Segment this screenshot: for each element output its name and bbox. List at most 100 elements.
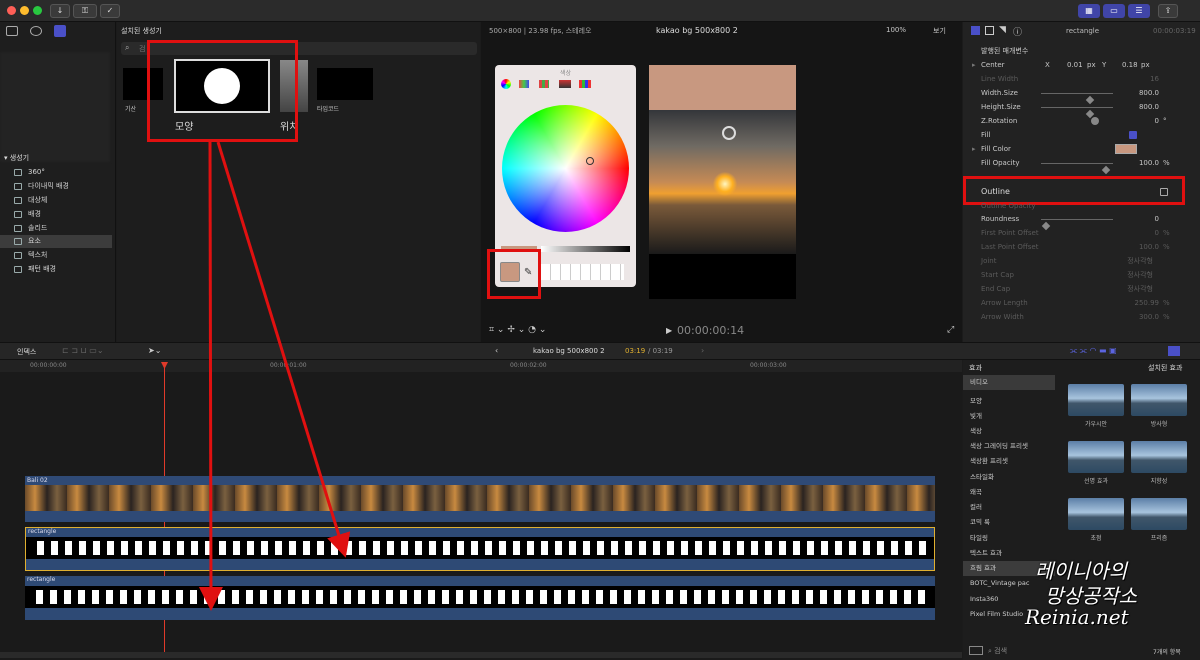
- color-wheel-tab-icon[interactable]: [501, 79, 511, 89]
- back-icon[interactable]: ‹: [495, 346, 498, 355]
- generators-icon[interactable]: [54, 25, 66, 37]
- row-joint[interactable]: Joint 정사각형: [963, 254, 1200, 268]
- clip-rectangle[interactable]: rectangle: [25, 576, 935, 620]
- row-outline-opacity[interactable]: Outline Opacity: [963, 199, 1200, 213]
- audio-controls-icon[interactable]: ⫘ ⫘ ◠ ▬ ▣: [1070, 346, 1117, 356]
- effect-category[interactable]: 색상: [963, 424, 1055, 439]
- row-value[interactable]: 800.0: [1129, 100, 1159, 114]
- row-slider[interactable]: [1041, 107, 1113, 119]
- effect-category[interactable]: 비디오: [963, 375, 1055, 390]
- effect-category[interactable]: 타일링: [963, 531, 1055, 546]
- generator-thumb[interactable]: [317, 68, 373, 100]
- generator-thumb[interactable]: [280, 60, 308, 112]
- pencils-tab-icon[interactable]: [579, 80, 591, 88]
- filter-icon[interactable]: ◥: [999, 25, 1006, 35]
- row-value[interactable]: 100.0: [1129, 156, 1159, 170]
- lib-item-pattern-bg[interactable]: 패턴 배경: [0, 263, 112, 276]
- generators-section[interactable]: ▾ 생성기: [0, 152, 112, 165]
- lib-item-texture[interactable]: 텍스처: [0, 249, 112, 262]
- effect-thumb[interactable]: [1068, 384, 1124, 416]
- fullscreen-icon[interactable]: ⤢: [947, 325, 954, 335]
- row-arrow-width[interactable]: Arrow Width 300.0%: [963, 310, 1200, 324]
- row-z-rotation[interactable]: Z.Rotation 0 °: [963, 114, 1200, 128]
- swatch-grid[interactable]: [541, 264, 624, 280]
- filled-rectangle[interactable]: [649, 65, 796, 110]
- timeline-toggle-button[interactable]: ▭: [1103, 4, 1125, 18]
- lib-item-elements[interactable]: 요소: [0, 235, 112, 248]
- center-x-value[interactable]: 0.01: [1067, 58, 1083, 72]
- effect-category[interactable]: 텍스트 효과: [963, 546, 1055, 561]
- row-fill[interactable]: Fill: [963, 128, 1200, 142]
- row-center[interactable]: ▸ Center X 0.01 px Y 0.18 px: [963, 58, 1200, 72]
- row-slider[interactable]: [1041, 93, 1113, 105]
- effect-category[interactable]: 색상 그레이딩 프리셋: [963, 439, 1055, 454]
- row-value[interactable]: 800.0: [1129, 86, 1159, 100]
- effect-thumb[interactable]: [1068, 441, 1124, 473]
- forward-icon[interactable]: ›: [701, 346, 704, 355]
- outline-checkbox[interactable]: [1160, 188, 1168, 196]
- sliders-tab-icon[interactable]: [519, 80, 529, 88]
- row-first-point-offset[interactable]: First Point Offset 0%: [963, 226, 1200, 240]
- effect-thumb[interactable]: [1131, 441, 1187, 473]
- browser-toggle-button[interactable]: ▦: [1078, 4, 1100, 18]
- effect-category[interactable]: 스타일화: [963, 470, 1055, 485]
- effect-category-selected[interactable]: 흐림 효과: [963, 561, 1055, 576]
- timeline-ruler[interactable]: 00:00:00:00 00:00:01:00 00:00:02:00 00:0…: [0, 360, 962, 372]
- row-fill-opacity[interactable]: Fill Opacity 100.0%: [963, 156, 1200, 175]
- select-tool-icon[interactable]: ➤⌄: [148, 346, 161, 355]
- lib-item-solid[interactable]: 솔리드: [0, 222, 112, 235]
- lib-item-360[interactable]: 360°: [0, 166, 112, 179]
- effect-category[interactable]: 코믹 룩: [963, 515, 1055, 530]
- key-icon[interactable]: ⚿: [73, 4, 97, 18]
- info-icon[interactable]: ⓘ: [1013, 25, 1022, 38]
- transform-tool-menu[interactable]: ⌗ ⌄ ✢ ⌄ ◔ ⌄: [489, 325, 546, 335]
- search-input[interactable]: ⌕ 검: [121, 42, 477, 55]
- slider-knob[interactable]: [1101, 165, 1111, 175]
- fill-color-swatch[interactable]: [1115, 144, 1137, 154]
- rotation-dial[interactable]: [1091, 117, 1099, 125]
- close-window-button[interactable]: [7, 6, 16, 15]
- color-wheel[interactable]: [502, 105, 629, 232]
- timeline-scrollbar[interactable]: [0, 652, 962, 658]
- edit-tools-icon[interactable]: ⊏ ⊐ ⊔ ▭⌄: [62, 346, 104, 355]
- brightness-slider[interactable]: [541, 246, 630, 252]
- eyedropper-icon[interactable]: ✎: [524, 267, 532, 278]
- generator-thumb[interactable]: [123, 68, 163, 100]
- clip-bali[interactable]: Bali 02: [25, 476, 935, 522]
- installed-effects-menu[interactable]: 설치된 효과: [1148, 363, 1182, 373]
- lib-item-dynamic-bg[interactable]: 다이내믹 배경: [0, 180, 112, 193]
- play-button[interactable]: ▶: [666, 326, 672, 335]
- effect-category[interactable]: Pixel Film Studio: [963, 607, 1055, 622]
- check-icon[interactable]: ✓: [100, 4, 120, 18]
- zoom-window-button[interactable]: [33, 6, 42, 15]
- row-roundness[interactable]: Roundness 0: [963, 212, 1200, 231]
- zoom-menu[interactable]: 100%: [886, 26, 906, 34]
- row-start-cap[interactable]: Start Cap 정사각형: [963, 268, 1200, 282]
- effect-category[interactable]: 모양: [963, 394, 1055, 409]
- color-wheel-cursor[interactable]: [586, 157, 594, 165]
- row-height-size[interactable]: Height.Size 800.0: [963, 100, 1200, 119]
- effect-thumb[interactable]: [1131, 498, 1187, 530]
- effect-category[interactable]: 왜곡: [963, 485, 1055, 500]
- index-button[interactable]: 인덱스: [17, 347, 36, 357]
- share-icon[interactable]: ⇪: [1158, 4, 1178, 18]
- effect-category[interactable]: Insta360: [963, 592, 1055, 607]
- effects-search-input[interactable]: ⌕ 검색: [988, 646, 1007, 656]
- fill-checkbox[interactable]: [1129, 131, 1137, 139]
- row-arrow-length[interactable]: Arrow Length 250.99%: [963, 296, 1200, 310]
- image-palettes-tab-icon[interactable]: [559, 80, 571, 88]
- effect-category[interactable]: 빛개: [963, 409, 1055, 424]
- lib-item-background[interactable]: 배경: [0, 208, 112, 221]
- row-width-size[interactable]: Width.Size 800.0: [963, 86, 1200, 105]
- row-line-width[interactable]: Line Width 16: [963, 72, 1200, 86]
- effect-thumb[interactable]: [1068, 498, 1124, 530]
- inspector-toggle-button[interactable]: ☰: [1128, 4, 1150, 18]
- row-end-cap[interactable]: End Cap 정사각형: [963, 282, 1200, 296]
- center-y-value[interactable]: 0.18: [1122, 58, 1138, 72]
- selected-color-swatch[interactable]: [500, 262, 520, 282]
- effect-category[interactable]: BOTC_Vintage pac: [963, 576, 1055, 591]
- effect-category[interactable]: 컬러: [963, 500, 1055, 515]
- row-fill-color[interactable]: ▸ Fill Color: [963, 142, 1200, 156]
- transform-handle[interactable]: [722, 126, 736, 140]
- lib-item-object[interactable]: 대상체: [0, 194, 112, 207]
